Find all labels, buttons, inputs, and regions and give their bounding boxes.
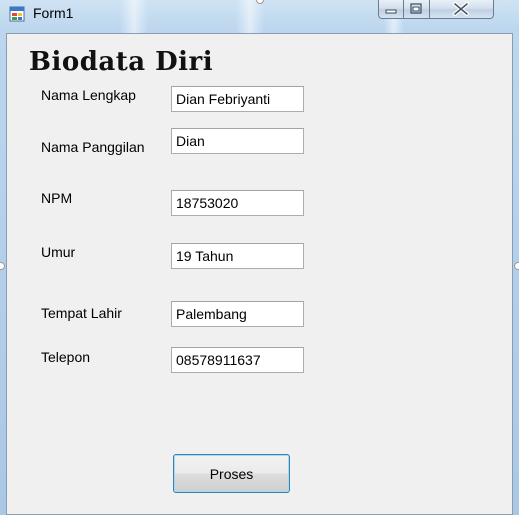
label-nama-lengkap: Nama Lengkap [41,87,136,103]
nama-panggilan-field[interactable] [171,128,304,154]
right-resize-handle[interactable] [514,262,519,270]
label-umur: Umur [41,244,76,260]
page-title: Biodata Diri [29,47,214,77]
npm-field[interactable] [171,190,304,216]
caption-buttons [378,0,494,19]
close-icon [453,2,469,16]
label-nama-panggilan: Nama Panggilan [41,139,145,155]
restore-icon [410,3,422,14]
minimize-button[interactable] [378,0,404,19]
label-npm: NPM [41,190,73,206]
label-tempat-lahir: Tempat Lahir [41,305,122,321]
title-bar[interactable]: Form1 [0,0,519,32]
proses-button[interactable]: Proses [173,454,290,493]
tempat-lahir-field[interactable] [171,301,304,327]
label-telepon: Telepon [41,349,91,365]
window-title: Form1 [33,5,74,21]
maximize-button[interactable] [404,0,430,19]
form-window: Form1 Biodata Diri Nama Lengkap Dian Feb… [0,0,519,515]
nama-lengkap-field[interactable] [171,86,304,112]
umur-field[interactable] [171,243,304,269]
minimize-icon [385,9,397,14]
close-button[interactable] [430,0,494,19]
windows-form-icon[interactable] [9,6,25,22]
left-resize-handle[interactable] [0,262,5,270]
telepon-field[interactable] [171,347,304,373]
